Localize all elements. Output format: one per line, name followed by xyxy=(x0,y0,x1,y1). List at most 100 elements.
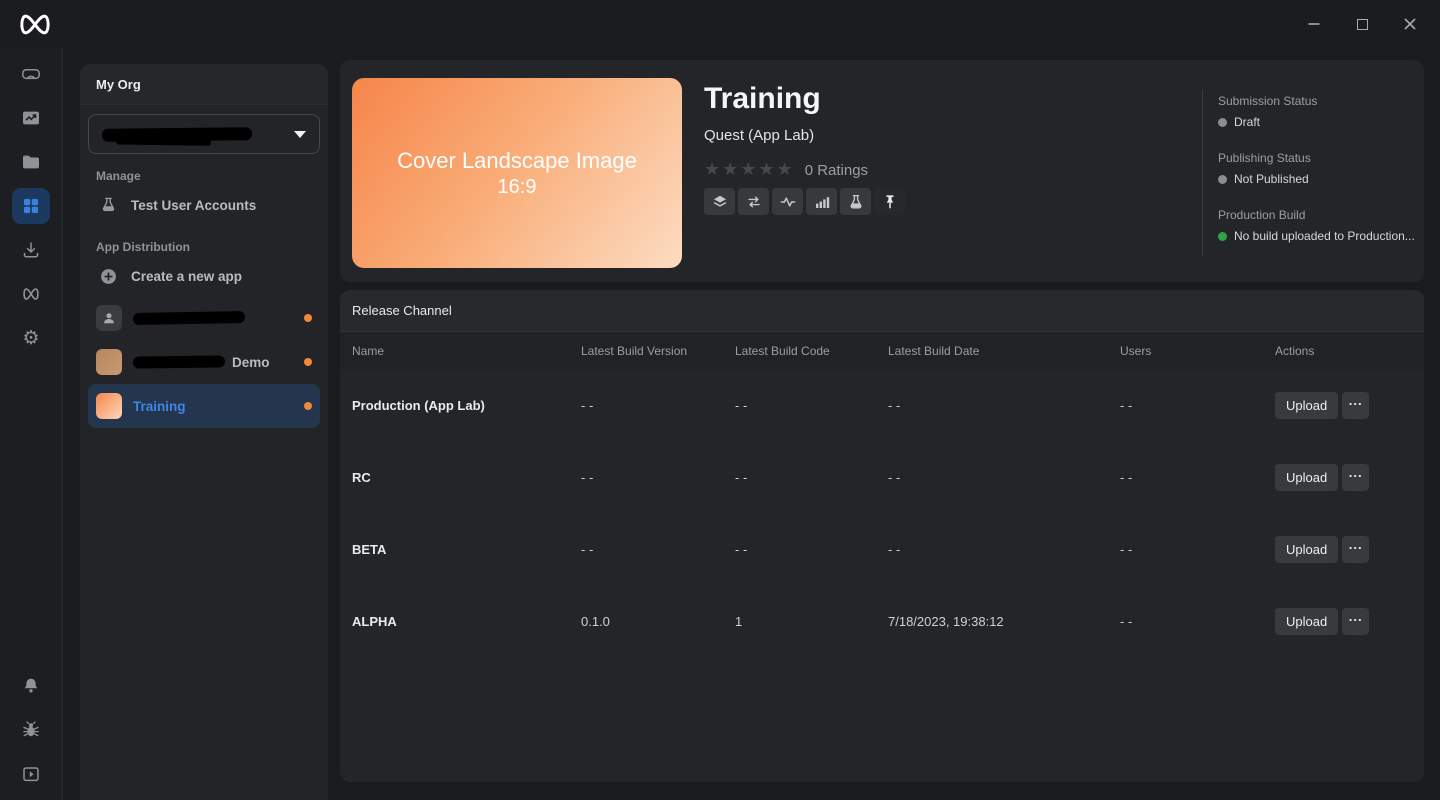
submission-status-value: Draft xyxy=(1234,115,1260,129)
gray-status-dot-icon xyxy=(1218,118,1227,127)
notifications-bell-icon[interactable] xyxy=(12,668,50,704)
latest-build-date: - - xyxy=(888,470,1120,485)
app-thumbnail xyxy=(96,393,122,419)
flask-icon-button[interactable] xyxy=(840,188,871,215)
platform-label: Quest (App Lab) xyxy=(704,127,905,144)
channel-name: RC xyxy=(352,470,581,485)
bug-report-icon[interactable] xyxy=(12,712,50,748)
maximize-button[interactable] xyxy=(1338,0,1386,48)
create-new-app-label: Create a new app xyxy=(131,269,242,284)
pin-icon-button[interactable] xyxy=(874,188,905,215)
meta-logo-icon xyxy=(16,13,54,36)
latest-build-date: 7/18/2023, 19:38:12 xyxy=(888,614,1120,629)
app-list-item[interactable]: Demo xyxy=(88,340,320,384)
column-header-actions: Actions xyxy=(1275,344,1412,358)
notification-dot xyxy=(304,358,312,366)
table-row: Production (App Lab) - - - - - - - - Upl… xyxy=(340,369,1424,441)
more-actions-button[interactable]: ... xyxy=(1342,392,1369,419)
column-header-latest-build-date: Latest Build Date xyxy=(888,344,1120,358)
downloads-icon[interactable] xyxy=(12,232,50,268)
org-selector-dropdown[interactable] xyxy=(88,114,320,154)
more-actions-button[interactable]: ... xyxy=(1342,464,1369,491)
settings-gear-icon[interactable]: ⚙ xyxy=(12,320,50,356)
app-list-item-training-selected[interactable]: Training xyxy=(88,384,320,428)
app-name-visible-suffix: Demo xyxy=(232,355,270,370)
ratings-row: ★★★★★ 0 Ratings xyxy=(704,161,905,179)
latest-build-date: - - xyxy=(888,542,1120,557)
app-distribution-section-label: App Distribution xyxy=(96,240,312,254)
app-toolbar xyxy=(704,188,905,215)
close-button[interactable] xyxy=(1386,0,1434,48)
table-row: BETA - - - - - - - - Upload ... xyxy=(340,513,1424,585)
title-bar xyxy=(0,0,1440,48)
window-controls xyxy=(1290,0,1434,48)
maximize-icon xyxy=(1357,19,1368,30)
publishing-status-value: Not Published xyxy=(1234,172,1309,186)
org-header-label: My Org xyxy=(96,77,141,92)
meta-quest-icon[interactable] xyxy=(12,276,50,312)
sidebar-item-test-user-accounts[interactable]: Test User Accounts xyxy=(80,185,328,225)
bar-chart-icon xyxy=(814,194,830,210)
create-new-app-button[interactable]: Create a new app xyxy=(80,256,328,296)
table-row: RC - - - - - - - - Upload ... xyxy=(340,441,1424,513)
bar-chart-icon-button[interactable] xyxy=(806,188,837,215)
production-build-group: Production Build No build uploaded to Pr… xyxy=(1218,208,1414,243)
plus-circle-icon xyxy=(98,267,118,286)
column-header-name: Name xyxy=(352,344,581,358)
upload-button[interactable]: Upload xyxy=(1275,608,1338,635)
panel-toggle-icon[interactable] xyxy=(12,756,50,792)
cover-landscape-image: Cover Landscape Image 16:9 xyxy=(352,78,682,268)
table-header-row: Name Latest Build Version Latest Build C… xyxy=(340,332,1424,369)
more-actions-button[interactable]: ... xyxy=(1342,536,1369,563)
cover-image-text: Cover Landscape Image xyxy=(397,148,637,174)
org-sidebar: My Org Manage Test User Accounts App Dis… xyxy=(80,64,328,800)
column-header-latest-build-code: Latest Build Code xyxy=(735,344,888,358)
layers-icon-button[interactable] xyxy=(704,188,735,215)
app-thumbnail xyxy=(96,305,122,331)
submission-status-label: Submission Status xyxy=(1218,94,1414,108)
latest-build-version: - - xyxy=(581,398,735,413)
file-manager-folder-icon[interactable] xyxy=(12,144,50,180)
transfer-arrows-icon xyxy=(746,194,762,210)
redacted-app-name-prefix xyxy=(133,355,225,368)
channel-name: Production (App Lab) xyxy=(352,398,581,413)
manage-section-label: Manage xyxy=(96,169,312,183)
latest-build-code: - - xyxy=(735,542,888,557)
channel-name: BETA xyxy=(352,542,581,557)
activity-icon-button[interactable] xyxy=(772,188,803,215)
flask-icon xyxy=(848,194,864,210)
release-table-body: Production (App Lab) - - - - - - - - Upl… xyxy=(340,369,1424,657)
channel-users: - - xyxy=(1120,542,1275,557)
performance-analytics-icon[interactable] xyxy=(12,100,50,136)
redacted-org-name xyxy=(102,127,252,142)
device-manager-headset-icon[interactable] xyxy=(12,56,50,92)
pin-icon xyxy=(882,194,898,210)
channel-users: - - xyxy=(1120,398,1275,413)
upload-button[interactable]: Upload xyxy=(1275,536,1338,563)
test-user-accounts-label: Test User Accounts xyxy=(131,198,256,213)
latest-build-date: - - xyxy=(888,398,1120,413)
latest-build-version: - - xyxy=(581,470,735,485)
production-build-label: Production Build xyxy=(1218,208,1414,222)
green-status-dot-icon xyxy=(1218,232,1227,241)
latest-build-version: - - xyxy=(581,542,735,557)
upload-button[interactable]: Upload xyxy=(1275,392,1338,419)
app-list-item[interactable] xyxy=(88,296,320,340)
gray-status-dot-icon xyxy=(1218,175,1227,184)
cover-image-ratio: 16:9 xyxy=(498,176,537,199)
app-header-card: Cover Landscape Image 16:9 Training Ques… xyxy=(340,60,1424,282)
minimize-button[interactable] xyxy=(1290,0,1338,48)
status-divider xyxy=(1202,90,1203,256)
release-channel-title-bar: Release Channel xyxy=(340,290,1424,332)
transfer-icon-button[interactable] xyxy=(738,188,769,215)
upload-button[interactable]: Upload xyxy=(1275,464,1338,491)
layers-icon xyxy=(712,194,728,210)
left-nav-rail: ⚙ xyxy=(0,48,63,800)
apps-grid-icon[interactable] xyxy=(12,188,50,224)
column-header-users: Users xyxy=(1120,344,1275,358)
latest-build-code: - - xyxy=(735,398,888,413)
app-name-label: Training xyxy=(133,399,186,414)
more-actions-button[interactable]: ... xyxy=(1342,608,1369,635)
app-info: Training Quest (App Lab) ★★★★★ 0 Ratings xyxy=(704,82,905,215)
channel-users: - - xyxy=(1120,614,1275,629)
